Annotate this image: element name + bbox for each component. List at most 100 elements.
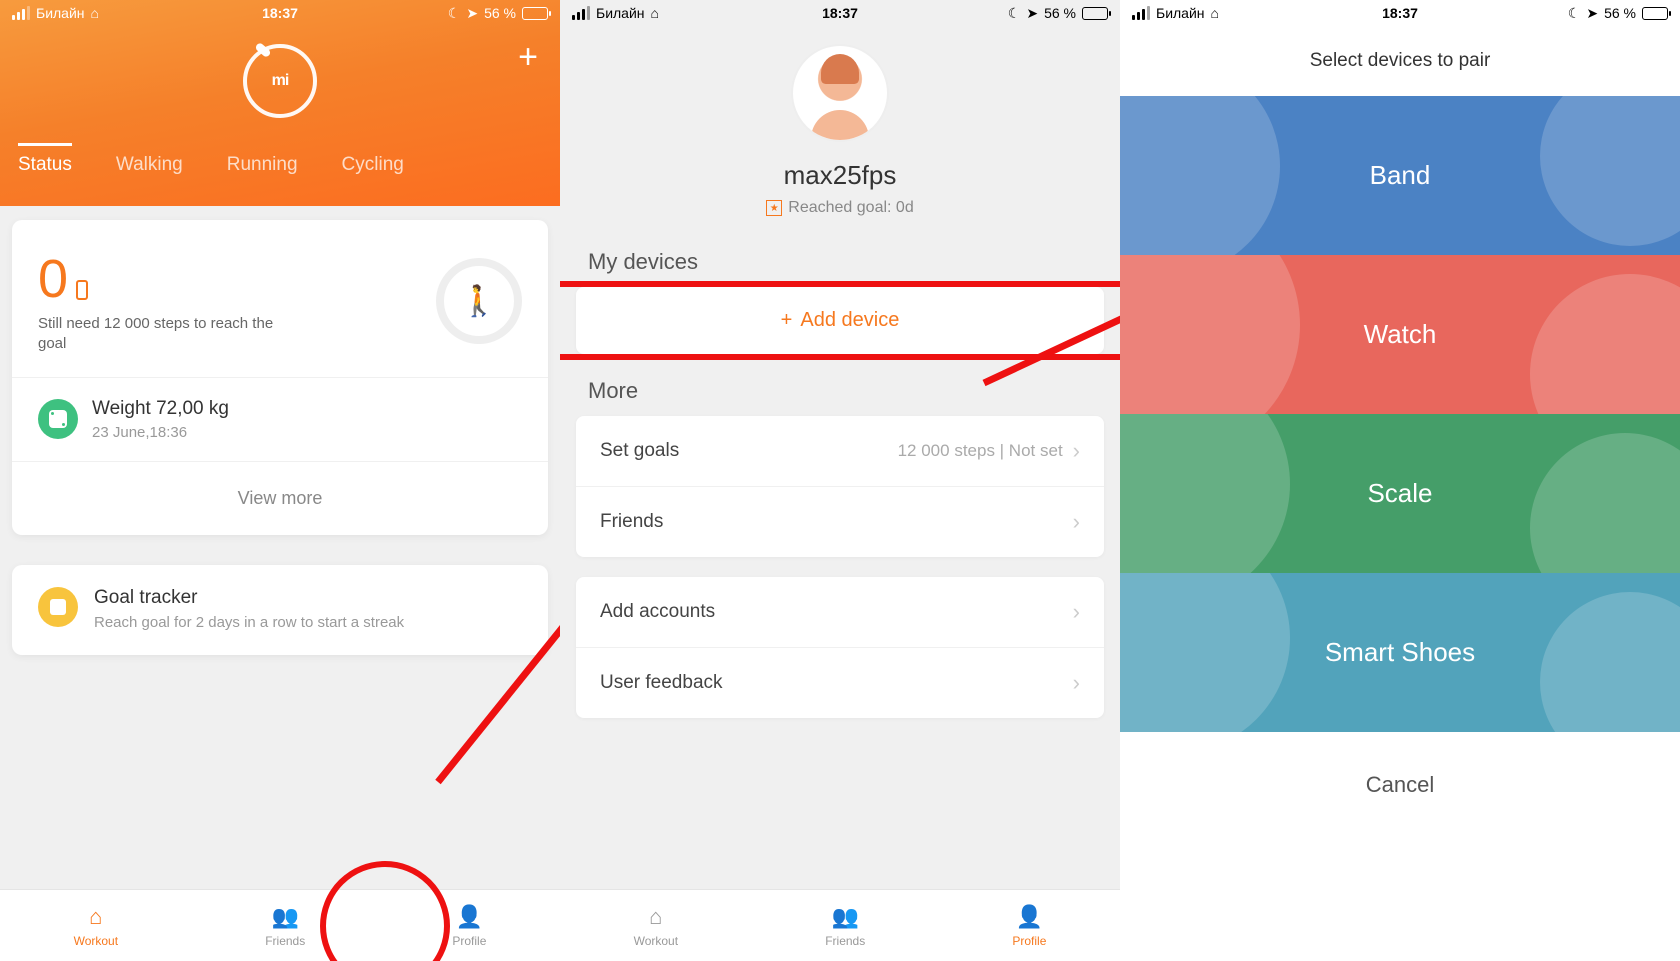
- profile-icon: 👤: [456, 904, 483, 930]
- view-more-button[interactable]: View more: [12, 461, 548, 535]
- location-icon: ➤: [1026, 5, 1038, 22]
- location-icon: ➤: [1586, 5, 1598, 22]
- carrier-label: Билайн: [1156, 5, 1205, 21]
- walking-icon: 🚶: [460, 284, 497, 319]
- location-icon: ➤: [466, 5, 478, 22]
- tabbar-label: Profile: [1012, 934, 1046, 948]
- time-label: 18:37: [1382, 5, 1418, 21]
- row-label: User feedback: [600, 672, 723, 694]
- row-add-accounts[interactable]: Add accounts ›: [576, 577, 1104, 648]
- pair-option-band[interactable]: Band: [1120, 96, 1680, 255]
- row-friends[interactable]: Friends ›: [576, 487, 1104, 557]
- wifi-icon: ⌂: [651, 5, 659, 21]
- screen-profile: Билайн ⌂ 18:37 ☾ ➤ 56 % max25fps ★ Reached g…: [560, 0, 1120, 961]
- battery-icon: [1082, 7, 1108, 20]
- section-more: More: [560, 354, 1120, 416]
- battery-pct: 56 %: [1604, 5, 1636, 21]
- steps-hint: Still need 12 000 steps to reach the goa…: [38, 314, 298, 355]
- tabbar-label: Profile: [452, 934, 486, 948]
- top-tabs: Status Walking Running Cycling: [0, 146, 560, 176]
- time-label: 18:37: [262, 5, 298, 21]
- screen-pair: Билайн ⌂ 18:37 ☾ ➤ 56 % Select devices to p…: [1120, 0, 1680, 961]
- goal-title: Goal tracker: [94, 587, 404, 609]
- tab-cycling[interactable]: Cycling: [342, 146, 404, 176]
- cancel-button[interactable]: Cancel: [1120, 732, 1680, 838]
- wifi-icon: ⌂: [1211, 5, 1219, 21]
- weight-date: 23 June,18:36: [92, 424, 229, 441]
- pair-label: Scale: [1367, 478, 1432, 509]
- chevron-right-icon: ›: [1073, 509, 1080, 535]
- screen-status: Билайн ⌂ 18:37 ☾ ➤ 56 % + mi Status Walking…: [0, 0, 560, 961]
- tabbar-friends[interactable]: 👥Friends: [825, 904, 865, 948]
- chevron-right-icon: ›: [1073, 599, 1080, 625]
- reached-goal-badge: ★ Reached goal: 0d: [560, 199, 1120, 217]
- tabbar-profile[interactable]: 👤Profile: [1012, 904, 1046, 948]
- moon-icon: ☾: [1008, 5, 1021, 22]
- tab-status[interactable]: Status: [18, 143, 72, 176]
- profile-header: max25fps ★ Reached goal: 0d: [560, 26, 1120, 225]
- pair-option-scale[interactable]: Scale: [1120, 414, 1680, 573]
- battery-icon: [1642, 7, 1668, 20]
- status-bar: Билайн ⌂ 18:37 ☾ ➤ 56 %: [0, 0, 560, 26]
- battery-icon: [522, 7, 548, 20]
- row-user-feedback[interactable]: User feedback ›: [576, 648, 1104, 718]
- add-device-label: Add device: [800, 309, 899, 332]
- battery-pct: 56 %: [1044, 5, 1076, 21]
- row-label: Add accounts: [600, 601, 715, 623]
- chevron-right-icon: ›: [1073, 438, 1080, 464]
- pair-option-shoes[interactable]: Smart Shoes: [1120, 573, 1680, 732]
- friends-icon: 👥: [272, 904, 299, 930]
- avatar[interactable]: [791, 44, 889, 142]
- tabbar-friends[interactable]: 👥 Friends: [265, 904, 305, 948]
- plus-icon: +: [781, 309, 793, 332]
- mi-logo: mi: [243, 44, 317, 118]
- goal-subtitle: Reach goal for 2 days in a row to start …: [94, 613, 404, 633]
- row-label: Set goals: [600, 440, 679, 462]
- weight-title: Weight 72,00 kg: [92, 398, 229, 420]
- star-icon: ★: [766, 200, 782, 216]
- tabbar-workout[interactable]: ⌂ Workout: [74, 904, 118, 948]
- tabbar-label: Friends: [265, 934, 305, 948]
- signal-icon: [572, 6, 590, 20]
- home-icon: ⌂: [649, 904, 662, 930]
- phone-icon: [76, 280, 88, 300]
- row-label: Friends: [600, 511, 663, 533]
- goal-tracker-card[interactable]: Goal tracker Reach goal for 2 days in a …: [12, 565, 548, 655]
- steps-value: 0: [38, 248, 68, 310]
- tab-running[interactable]: Running: [227, 146, 298, 176]
- pair-option-watch[interactable]: Watch: [1120, 255, 1680, 414]
- activity-ring[interactable]: 🚶: [436, 258, 522, 344]
- pair-title: Select devices to pair: [1120, 26, 1680, 96]
- scale-icon: [38, 399, 78, 439]
- tabbar-workout[interactable]: ⌂Workout: [634, 904, 678, 948]
- add-button[interactable]: +: [518, 38, 538, 77]
- tabbar-label: Workout: [74, 934, 118, 948]
- tabbar-label: Friends: [825, 934, 865, 948]
- reached-label: Reached goal: 0d: [788, 199, 913, 217]
- tabbar-profile[interactable]: 👤 Profile: [452, 904, 486, 948]
- pair-label: Watch: [1364, 319, 1437, 350]
- username: max25fps: [560, 160, 1120, 191]
- add-device-button[interactable]: + Add device: [576, 287, 1104, 354]
- status-bar: Билайн ⌂ 18:37 ☾ ➤ 56 %: [1120, 0, 1680, 26]
- target-icon: [38, 587, 78, 627]
- carrier-label: Билайн: [596, 5, 645, 21]
- status-bar: Билайн ⌂ 18:37 ☾ ➤ 56 %: [560, 0, 1120, 26]
- moon-icon: ☾: [448, 5, 461, 22]
- home-icon: ⌂: [89, 904, 102, 930]
- wifi-icon: ⌂: [91, 5, 99, 21]
- signal-icon: [12, 6, 30, 20]
- tab-walking[interactable]: Walking: [116, 146, 183, 176]
- time-label: 18:37: [822, 5, 858, 21]
- status-card: 0 Still need 12 000 steps to reach the g…: [12, 220, 548, 535]
- signal-icon: [1132, 6, 1150, 20]
- row-value: 12 000 steps | Not set: [898, 441, 1063, 461]
- battery-pct: 56 %: [484, 5, 516, 21]
- weight-row[interactable]: Weight 72,00 kg 23 June,18:36: [12, 377, 548, 461]
- tab-bar: ⌂Workout 👥Friends 👤Profile: [560, 889, 1120, 961]
- carrier-label: Билайн: [36, 5, 85, 21]
- chevron-right-icon: ›: [1073, 670, 1080, 696]
- row-set-goals[interactable]: Set goals 12 000 steps | Not set ›: [576, 416, 1104, 487]
- moon-icon: ☾: [1568, 5, 1581, 22]
- tab-bar: ⌂ Workout 👥 Friends 👤 Profile: [0, 889, 560, 961]
